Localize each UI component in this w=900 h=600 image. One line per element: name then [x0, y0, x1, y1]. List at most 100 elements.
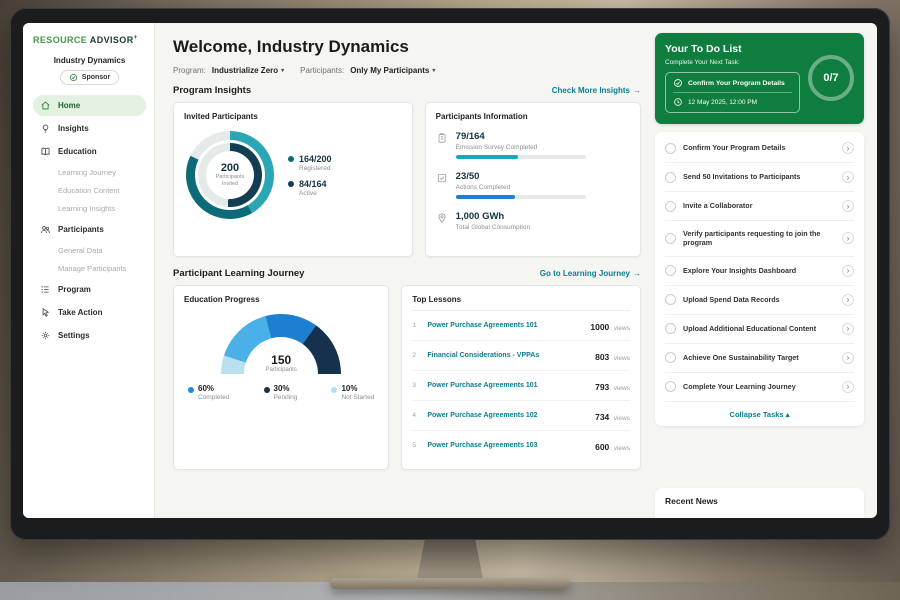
- actions-completed-label: Actions Completed: [456, 184, 586, 191]
- task-checkbox[interactable]: [665, 172, 676, 183]
- monitor: RESOURCE ADVISOR+ Industry Dynamics Spon…: [10, 8, 890, 540]
- lesson-link[interactable]: Power Purchase Agreements 102: [427, 412, 588, 419]
- sidebar-item-label: Settings: [58, 331, 90, 340]
- chevron-right-icon: ›: [842, 265, 854, 277]
- registered-label: Registered: [299, 165, 332, 172]
- recent-news-title: Recent News: [665, 496, 718, 506]
- task-label: Upload Additional Educational Content: [683, 324, 835, 333]
- sponsor-badge-label: Sponsor: [82, 74, 110, 81]
- sidebar-item-label: Insights: [58, 124, 89, 133]
- recent-news-header: Recent News: [655, 488, 864, 518]
- participants-filter-dropdown[interactable]: Only My Participants ▾: [350, 66, 435, 75]
- consumption-icon: [436, 212, 448, 224]
- home-icon: [40, 100, 51, 111]
- sidebar-item-take-action[interactable]: Take Action: [33, 302, 146, 323]
- sidebar-item-settings[interactable]: Settings: [33, 325, 146, 346]
- actions-completed-progressbar: [456, 195, 586, 199]
- task-row[interactable]: Send 50 Invitations to Participants ›: [665, 163, 854, 192]
- task-checkbox[interactable]: [665, 352, 676, 363]
- sidebar-item-participants[interactable]: Participants: [33, 219, 146, 240]
- insights-cards-row: Invited Participants 200 Participants In…: [173, 102, 641, 257]
- sidebar-item-learning-insights[interactable]: Learning Insights: [33, 200, 146, 217]
- task-row[interactable]: Invite a Collaborator ›: [665, 192, 854, 221]
- task-row[interactable]: Achieve One Sustainability Target ›: [665, 344, 854, 373]
- task-row[interactable]: Upload Additional Educational Content ›: [665, 315, 854, 344]
- lesson-link[interactable]: Financial Considerations - VPPAs: [427, 352, 588, 359]
- task-checkbox[interactable]: [665, 201, 676, 212]
- clock-icon: [673, 97, 683, 107]
- monitor-stand: [416, 536, 484, 584]
- main-content: Welcome, Industry Dynamics Program: Indu…: [155, 23, 653, 518]
- sidebar-item-education[interactable]: Education: [33, 141, 146, 162]
- task-row[interactable]: Explore Your Insights Dashboard ›: [665, 257, 854, 286]
- donut-center-value: 200: [221, 162, 239, 174]
- sidebar-item-program[interactable]: Program: [33, 279, 146, 300]
- task-checkbox[interactable]: [665, 143, 676, 154]
- education-icon: [40, 146, 51, 157]
- sidebar-item-general-data[interactable]: General Data: [33, 242, 146, 259]
- program-insights-title: Program Insights: [173, 85, 251, 96]
- filters-bar: Program: Industrialize Zero ▾ Participan…: [173, 66, 641, 75]
- survey-icon: [436, 132, 448, 144]
- lesson-rank: 2: [412, 352, 420, 359]
- participants-filter-label: Participants:: [300, 66, 344, 75]
- task-row[interactable]: Complete Your Learning Journey ›: [665, 373, 854, 402]
- registered-value: 164/200: [299, 154, 332, 164]
- sidebar-item-education-content[interactable]: Education Content: [33, 182, 146, 199]
- legend-item-registered: 164/200 Registered: [288, 154, 332, 172]
- todo-summary-card: Your To Do List Complete Your Next Task:…: [655, 33, 864, 124]
- lesson-views: 734 views: [595, 407, 630, 425]
- completed-dot-icon: [188, 387, 194, 393]
- gauge-center-label: Participants: [221, 367, 341, 373]
- task-row[interactable]: Confirm Your Program Details ›: [665, 134, 854, 163]
- legend-item-pending: 30% Pending: [264, 384, 298, 401]
- task-checkbox[interactable]: [665, 381, 676, 392]
- participants-information-title: Participants Information: [436, 112, 630, 121]
- collapse-tasks-button[interactable]: Collapse Tasks ▴: [665, 402, 854, 426]
- sidebar-item-label: Education: [58, 147, 97, 156]
- sidebar-item-home[interactable]: Home: [33, 95, 146, 116]
- sidebar-nav: Home Insights Education Learning Journey…: [33, 95, 146, 346]
- lesson-row: 1 Power Purchase Agreements 101 1000 vie…: [412, 311, 630, 341]
- task-checkbox[interactable]: [665, 294, 676, 305]
- sidebar-item-manage-participants[interactable]: Manage Participants: [33, 260, 146, 277]
- task-label: Invite a Collaborator: [683, 201, 835, 210]
- logo-text-secondary: ADVISOR: [90, 35, 134, 45]
- lesson-rank: 4: [412, 412, 420, 419]
- sidebar: RESOURCE ADVISOR+ Industry Dynamics Spon…: [23, 23, 155, 518]
- learning-journey-header: Participant Learning Journey Go to Learn…: [173, 268, 641, 279]
- education-progress-card: Education Progress 150 Participants 60: [173, 285, 389, 470]
- next-task-label: Confirm Your Program Details: [688, 80, 785, 87]
- next-task-box[interactable]: Confirm Your Program Details 12 May 2025…: [665, 72, 800, 113]
- program-filter-dropdown[interactable]: Industrialize Zero ▾: [212, 66, 284, 75]
- task-row[interactable]: Upload Spend Data Records ›: [665, 286, 854, 315]
- logo-text-primary: RESOURCE: [33, 35, 87, 45]
- monitor-stand-base: [330, 578, 570, 589]
- app-window: RESOURCE ADVISOR+ Industry Dynamics Spon…: [23, 23, 877, 518]
- task-checkbox[interactable]: [665, 265, 676, 276]
- check-more-insights-link[interactable]: Check More Insights→: [552, 86, 641, 95]
- sidebar-item-learning-journey[interactable]: Learning Journey: [33, 164, 146, 181]
- take-action-icon: [40, 307, 51, 318]
- lesson-views: 1000 views: [590, 317, 630, 335]
- top-lessons-title: Top Lessons: [412, 295, 630, 311]
- sidebar-item-insights[interactable]: Insights: [33, 118, 146, 139]
- lesson-link[interactable]: Power Purchase Agreements 101: [427, 322, 583, 329]
- program-filter-label: Program:: [173, 66, 206, 75]
- go-to-learning-journey-link[interactable]: Go to Learning Journey→: [540, 269, 641, 278]
- lesson-link[interactable]: Power Purchase Agreements 103: [427, 442, 588, 449]
- emission-survey-progressbar: [456, 155, 586, 159]
- legend-item-completed: 60% Completed: [188, 384, 229, 401]
- task-label: Upload Spend Data Records: [683, 295, 835, 304]
- task-checkbox[interactable]: [665, 323, 676, 334]
- chevron-right-icon: ›: [842, 200, 854, 212]
- lesson-views: 803 views: [595, 347, 630, 365]
- lesson-link[interactable]: Power Purchase Agreements 101: [427, 382, 588, 389]
- consumption-label: Total Global Consumption: [456, 224, 530, 231]
- photo-background: RESOURCE ADVISOR+ Industry Dynamics Spon…: [0, 0, 900, 600]
- task-row[interactable]: Verify participants requesting to join t…: [665, 221, 854, 257]
- actions-completed-row: 23/50 Actions Completed: [436, 171, 630, 199]
- task-checkbox[interactable]: [665, 233, 676, 244]
- emission-survey-row: 79/164 Emission Survey Completed: [436, 131, 630, 159]
- participants-information-card: Participants Information 79/164 Emission…: [425, 102, 641, 257]
